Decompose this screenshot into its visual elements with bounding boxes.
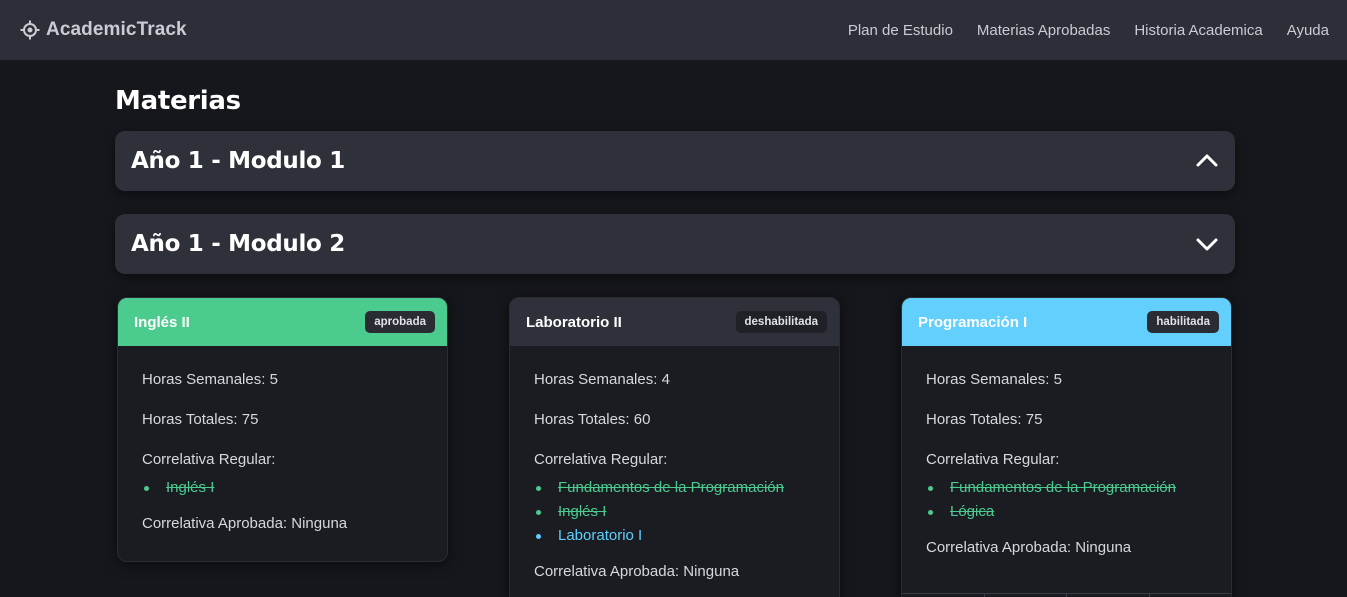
card-body: Horas Semanales: 5 Horas Totales: 75 Cor…: [118, 346, 447, 561]
correlativa-regular-label: Correlativa Regular:: [534, 451, 668, 468]
correlativa-aprobada: Correlativa Aprobada: Ninguna: [534, 564, 815, 580]
correlativa-aprobada-label: Correlativa Aprobada:: [142, 515, 288, 532]
horas-totales-value: 75: [1025, 411, 1043, 428]
correlativa-name: Fundamentos de la Programación: [558, 479, 784, 496]
subject-card-ingles-ii[interactable]: Inglés II aprobada Horas Semanales: 5 Ho…: [117, 297, 448, 562]
horas-semanales: Horas Semanales: 5: [142, 372, 423, 388]
horas-totales-value: 75: [241, 411, 259, 428]
list-item: Fundamentos de la Programación: [926, 476, 1207, 500]
horas-totales: Horas Totales: 60: [534, 412, 815, 428]
horas-semanales-label: Horas Semanales:: [534, 371, 658, 388]
correlativa-regular: Correlativa Regular: Inglés I: [142, 452, 423, 500]
page-title: Materias: [115, 86, 241, 116]
horas-semanales-label: Horas Semanales:: [142, 371, 266, 388]
horas-semanales: Horas Semanales: 5: [926, 372, 1207, 388]
chevron-down-icon[interactable]: [1195, 232, 1219, 256]
horas-semanales-value: 5: [1053, 371, 1062, 388]
bullet-dot-icon: [536, 509, 541, 515]
bullet-dot-icon: [536, 485, 541, 491]
correlativa-aprobada-value: Ninguna: [291, 515, 348, 532]
horas-semanales-label: Horas Semanales:: [926, 371, 1050, 388]
correlativa-aprobada: Correlativa Aprobada: Ninguna: [142, 516, 423, 532]
subject-card-laboratorio-ii[interactable]: Laboratorio II deshabilitada Horas Seman…: [509, 297, 840, 597]
correlativa-aprobada: Correlativa Aprobada: Ninguna: [926, 540, 1207, 556]
accordion-modulo-2[interactable]: Año 1 - Modulo 2: [115, 214, 1235, 274]
correlativa-name: Laboratorio I: [558, 527, 643, 544]
list-item: Inglés I: [142, 476, 423, 500]
list-item: Inglés I: [534, 500, 815, 524]
correlativa-aprobada-value: Ninguna: [1075, 539, 1132, 556]
bullet-dot-icon: [536, 533, 541, 539]
accordion-title: Año 1 - Modulo 1: [131, 148, 345, 174]
card-footer: [902, 593, 1231, 597]
correlativa-name: Inglés I: [558, 503, 607, 520]
list-item: Laboratorio I: [534, 524, 815, 548]
correlativa-list: Fundamentos de la Programación Inglés I …: [534, 476, 815, 548]
brand[interactable]: AcademicTrack: [20, 19, 187, 41]
correlativa-name: Inglés I: [166, 479, 215, 496]
card-title: Programación I: [918, 313, 1028, 331]
correlativa-regular: Correlativa Regular: Fundamentos de la P…: [926, 452, 1207, 524]
correlativa-list: Fundamentos de la Programación Lógica: [926, 476, 1207, 524]
card-title: Laboratorio II: [526, 313, 622, 331]
correlativa-aprobada-value: Ninguna: [683, 563, 740, 580]
list-item: Lógica: [926, 500, 1207, 524]
correlativa-regular-label: Correlativa Regular:: [142, 451, 276, 468]
chevron-up-icon[interactable]: [1195, 149, 1219, 173]
accordion-modulo-1[interactable]: Año 1 - Modulo 1: [115, 131, 1235, 191]
horas-semanales-value: 4: [661, 371, 670, 388]
crosshair-icon: [20, 20, 40, 40]
correlativa-aprobada-label: Correlativa Aprobada:: [926, 539, 1072, 556]
horas-totales: Horas Totales: 75: [142, 412, 423, 428]
bullet-dot-icon: [144, 485, 149, 491]
card-header: Laboratorio II deshabilitada: [510, 298, 839, 346]
card-body: Horas Semanales: 5 Horas Totales: 75 Cor…: [902, 346, 1231, 597]
horas-totales-label: Horas Totales:: [142, 411, 238, 428]
status-badge: deshabilitada: [735, 311, 827, 333]
horas-totales-value: 60: [633, 411, 651, 428]
status-badge: aprobada: [365, 311, 435, 333]
nav-link-materias-aprobadas[interactable]: Materias Aprobadas: [977, 22, 1110, 39]
correlativa-name: Lógica: [950, 503, 995, 520]
card-body: Horas Semanales: 4 Horas Totales: 60 Cor…: [510, 346, 839, 597]
card-header: Inglés II aprobada: [118, 298, 447, 346]
accordion-title: Año 1 - Modulo 2: [131, 231, 345, 257]
correlativa-list: Inglés I: [142, 476, 423, 500]
correlativa-aprobada-label: Correlativa Aprobada:: [534, 563, 680, 580]
navbar: AcademicTrack Plan de Estudio Materias A…: [0, 0, 1347, 60]
correlativa-name: Fundamentos de la Programación: [950, 479, 1176, 496]
horas-semanales: Horas Semanales: 4: [534, 372, 815, 388]
nav-link-historia-academica[interactable]: Historia Academica: [1134, 22, 1262, 39]
status-badge: habilitada: [1147, 311, 1219, 333]
correlativa-regular: Correlativa Regular: Fundamentos de la P…: [534, 452, 815, 548]
brand-name: AcademicTrack: [46, 19, 187, 40]
nav-link-ayuda[interactable]: Ayuda: [1287, 22, 1329, 39]
horas-totales: Horas Totales: 75: [926, 412, 1207, 428]
horas-semanales-value: 5: [269, 371, 278, 388]
card-header: Programación I habilitada: [902, 298, 1231, 346]
horas-totales-label: Horas Totales:: [534, 411, 630, 428]
bullet-dot-icon: [928, 509, 933, 515]
nav-links: Plan de Estudio Materias Aprobadas Histo…: [848, 22, 1329, 39]
subject-card-programacion-i[interactable]: Programación I habilitada Horas Semanale…: [901, 297, 1232, 597]
bullet-dot-icon: [928, 485, 933, 491]
correlativa-regular-label: Correlativa Regular:: [926, 451, 1060, 468]
nav-link-plan-de-estudio[interactable]: Plan de Estudio: [848, 22, 953, 39]
card-title: Inglés II: [134, 313, 190, 331]
horas-totales-label: Horas Totales:: [926, 411, 1022, 428]
list-item: Fundamentos de la Programación: [534, 476, 815, 500]
